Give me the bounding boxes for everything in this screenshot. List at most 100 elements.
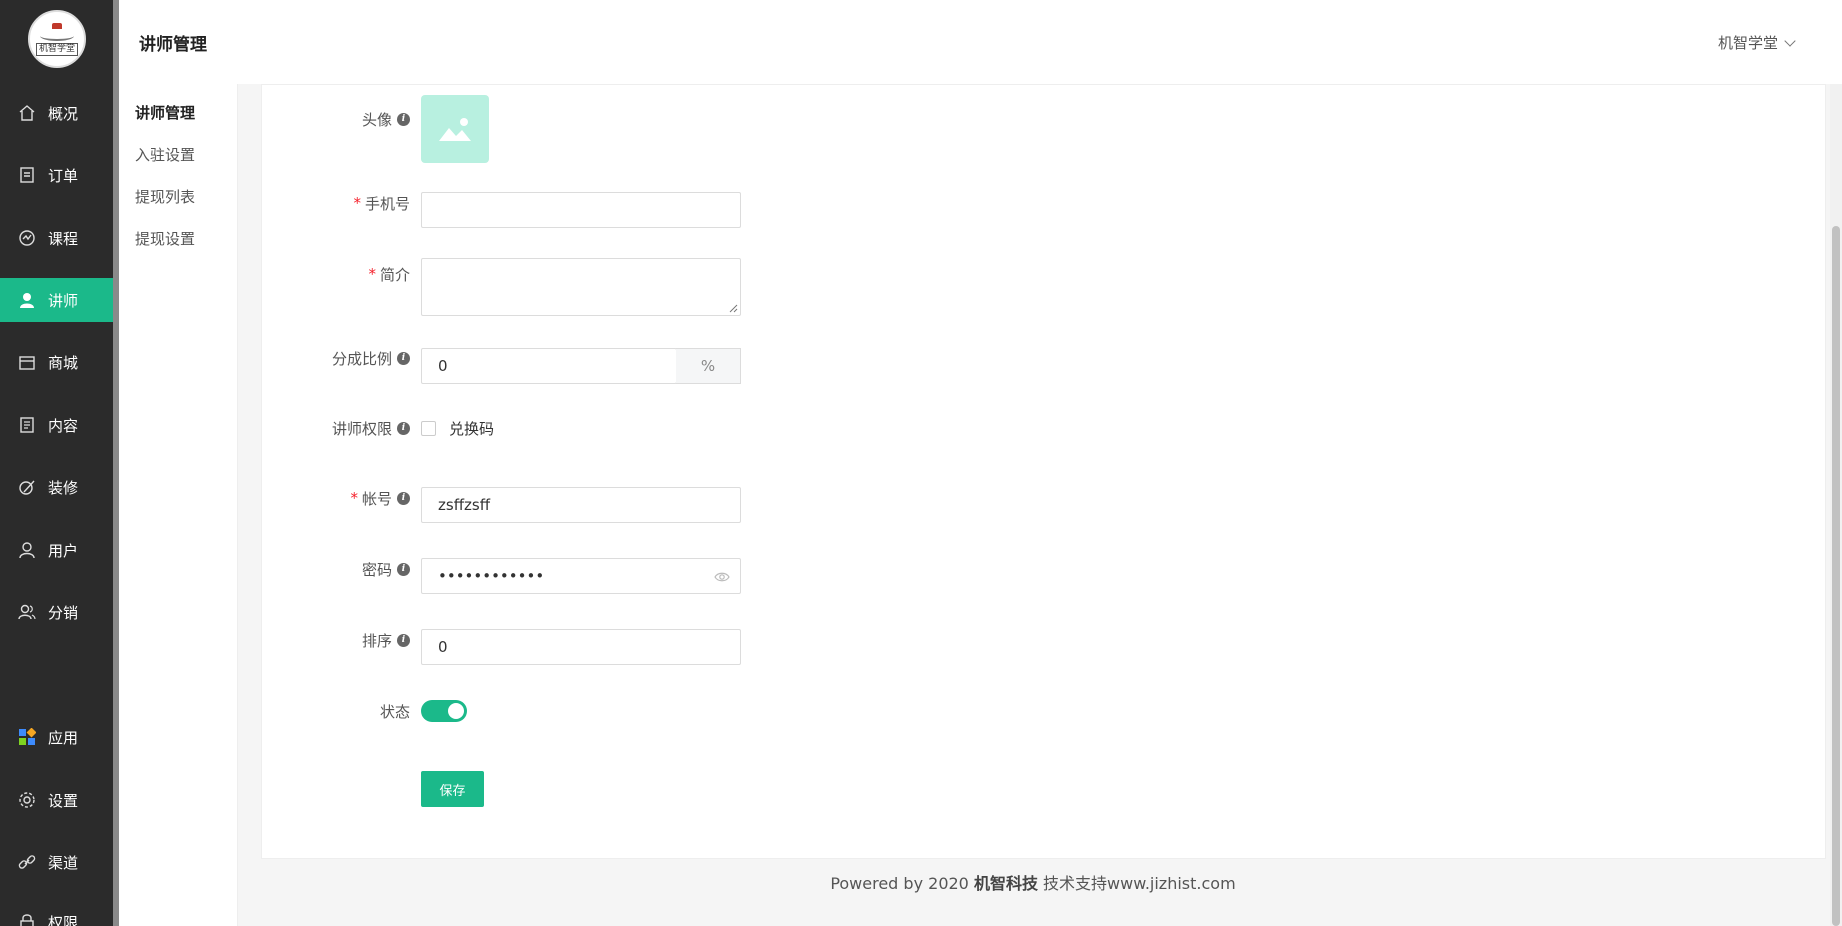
percent-addon: % [676, 348, 741, 384]
content-icon [18, 416, 36, 434]
resize-grip-icon[interactable] [728, 303, 738, 313]
main-sidebar: 机智学堂 概况 订单 课程 讲师 商城 内容 装修 用户 分销 应用 设置 渠道… [0, 0, 113, 926]
account-label: 帐号 [361, 489, 392, 508]
info-icon[interactable]: i [397, 633, 410, 647]
apps-icon [18, 728, 36, 746]
password-label-wrap: 密码 i [262, 559, 410, 579]
subnav-item-withdraw-list[interactable]: 提现列表 [135, 186, 195, 207]
footer-prefix: Powered by 2020 [830, 874, 974, 893]
password-value: •••••••••••• [438, 567, 545, 585]
book-icon [40, 31, 74, 41]
image-placeholder-icon [439, 118, 471, 141]
status-toggle[interactable] [421, 700, 467, 722]
subnav-item-join-settings[interactable]: 入驻设置 [135, 144, 195, 165]
nav-label: 分销 [48, 603, 79, 622]
nav-item-shop[interactable]: 商城 [0, 340, 113, 384]
info-icon[interactable]: i [397, 351, 410, 365]
status-label: 状态 [379, 702, 410, 721]
nav-item-distribution[interactable]: 分销 [0, 590, 113, 634]
account-input[interactable]: zsffzsff [421, 487, 741, 523]
sort-label-wrap: 排序 i [262, 630, 410, 650]
user-menu[interactable]: 机智学堂 [1717, 32, 1796, 53]
ratio-input[interactable]: 0 [421, 348, 677, 384]
required-mark: * [350, 489, 358, 507]
crown-icon [52, 22, 62, 29]
password-input[interactable]: •••••••••••• [421, 558, 741, 594]
info-icon[interactable]: i [397, 421, 410, 435]
home-icon [18, 104, 36, 122]
avatar-upload[interactable] [421, 95, 489, 163]
password-label: 密码 [361, 560, 392, 579]
nav-label: 应用 [48, 728, 79, 747]
nav-item-users[interactable]: 用户 [0, 528, 113, 572]
user-icon [18, 541, 36, 559]
nav-label: 渠道 [48, 853, 79, 872]
link-icon [18, 853, 36, 871]
nav-item-teachers[interactable]: 讲师 [0, 278, 113, 322]
sort-label: 排序 [361, 631, 392, 650]
save-button[interactable]: 保存 [421, 771, 484, 807]
shop-icon [18, 353, 36, 371]
intro-label: 简介 [379, 265, 410, 284]
nav-label: 设置 [48, 791, 79, 810]
top-header: 讲师管理 机智学堂 [119, 0, 1842, 84]
subnav-item-withdraw-settings[interactable]: 提现设置 [135, 228, 195, 249]
nav-label: 装修 [48, 478, 79, 497]
course-icon [18, 229, 36, 247]
nav-item-channels[interactable]: 渠道 [0, 840, 113, 884]
subnav-item-teacher-manage[interactable]: 讲师管理 [135, 102, 195, 123]
avatar-label-wrap: 头像 i [262, 97, 410, 141]
distribution-icon [18, 603, 36, 621]
brand-logo[interactable]: 机智学堂 [28, 10, 86, 68]
sort-input[interactable]: 0 [421, 629, 741, 665]
nav-item-courses[interactable]: 课程 [0, 216, 113, 260]
permission-label: 讲师权限 [331, 419, 392, 438]
info-icon[interactable]: i [397, 491, 410, 505]
nav-label: 权限 [48, 913, 79, 926]
redeem-code-checkbox[interactable] [421, 421, 436, 436]
footer: Powered by 2020 机智科技 技术支持www.jizhist.com [238, 870, 1828, 894]
nav-item-permissions[interactable]: 权限 [0, 900, 113, 926]
ratio-label: 分成比例 [331, 349, 392, 368]
user-name: 机智学堂 [1717, 34, 1778, 52]
phone-label-wrap: * 手机号 [262, 193, 410, 213]
gear-icon [18, 791, 36, 809]
nav-item-decorate[interactable]: 装修 [0, 465, 113, 509]
footer-suffix[interactable]: 技术支持www.jizhist.com [1038, 874, 1236, 893]
intro-label-wrap: * 简介 [262, 264, 410, 284]
page-scrollbar[interactable] [1830, 84, 1842, 926]
lock-icon [18, 913, 36, 926]
nav-item-apps[interactable]: 应用 [0, 715, 113, 759]
form-panel: 头像 i * 手机号 * 简介 分成比例 i 0 % 讲师权限 i 兑换码 * … [261, 84, 1826, 859]
order-icon [18, 166, 36, 184]
permission-label-wrap: 讲师权限 i [262, 418, 410, 438]
logo-text: 机智学堂 [35, 42, 78, 56]
nav-label: 课程 [48, 229, 79, 248]
nav-label: 概况 [48, 104, 79, 123]
phone-label: 手机号 [364, 194, 410, 213]
intro-textarea[interactable] [421, 258, 741, 316]
info-icon[interactable]: i [397, 562, 410, 576]
chevron-down-icon [1784, 34, 1796, 47]
info-icon[interactable]: i [397, 112, 410, 126]
required-mark: * [353, 194, 361, 212]
status-label-wrap: 状态 [262, 701, 410, 721]
nav-item-settings[interactable]: 设置 [0, 778, 113, 822]
nav-label: 讲师 [48, 291, 79, 310]
footer-brand: 机智科技 [973, 874, 1038, 893]
nav-label: 内容 [48, 416, 79, 435]
teacher-icon [18, 291, 36, 309]
required-mark: * [368, 265, 376, 283]
scrollbar-thumb[interactable] [1832, 226, 1840, 926]
eye-icon[interactable] [714, 569, 730, 585]
nav-item-overview[interactable]: 概况 [0, 91, 113, 135]
nav-label: 商城 [48, 353, 79, 372]
phone-input[interactable] [421, 192, 741, 228]
toggle-knob [448, 703, 464, 719]
avatar-label: 头像 [361, 110, 392, 129]
nav-label: 用户 [48, 541, 79, 560]
redeem-code-label[interactable]: 兑换码 [449, 418, 494, 439]
nav-item-content[interactable]: 内容 [0, 403, 113, 447]
nav-item-orders[interactable]: 订单 [0, 153, 113, 197]
ratio-label-wrap: 分成比例 i [262, 348, 410, 368]
